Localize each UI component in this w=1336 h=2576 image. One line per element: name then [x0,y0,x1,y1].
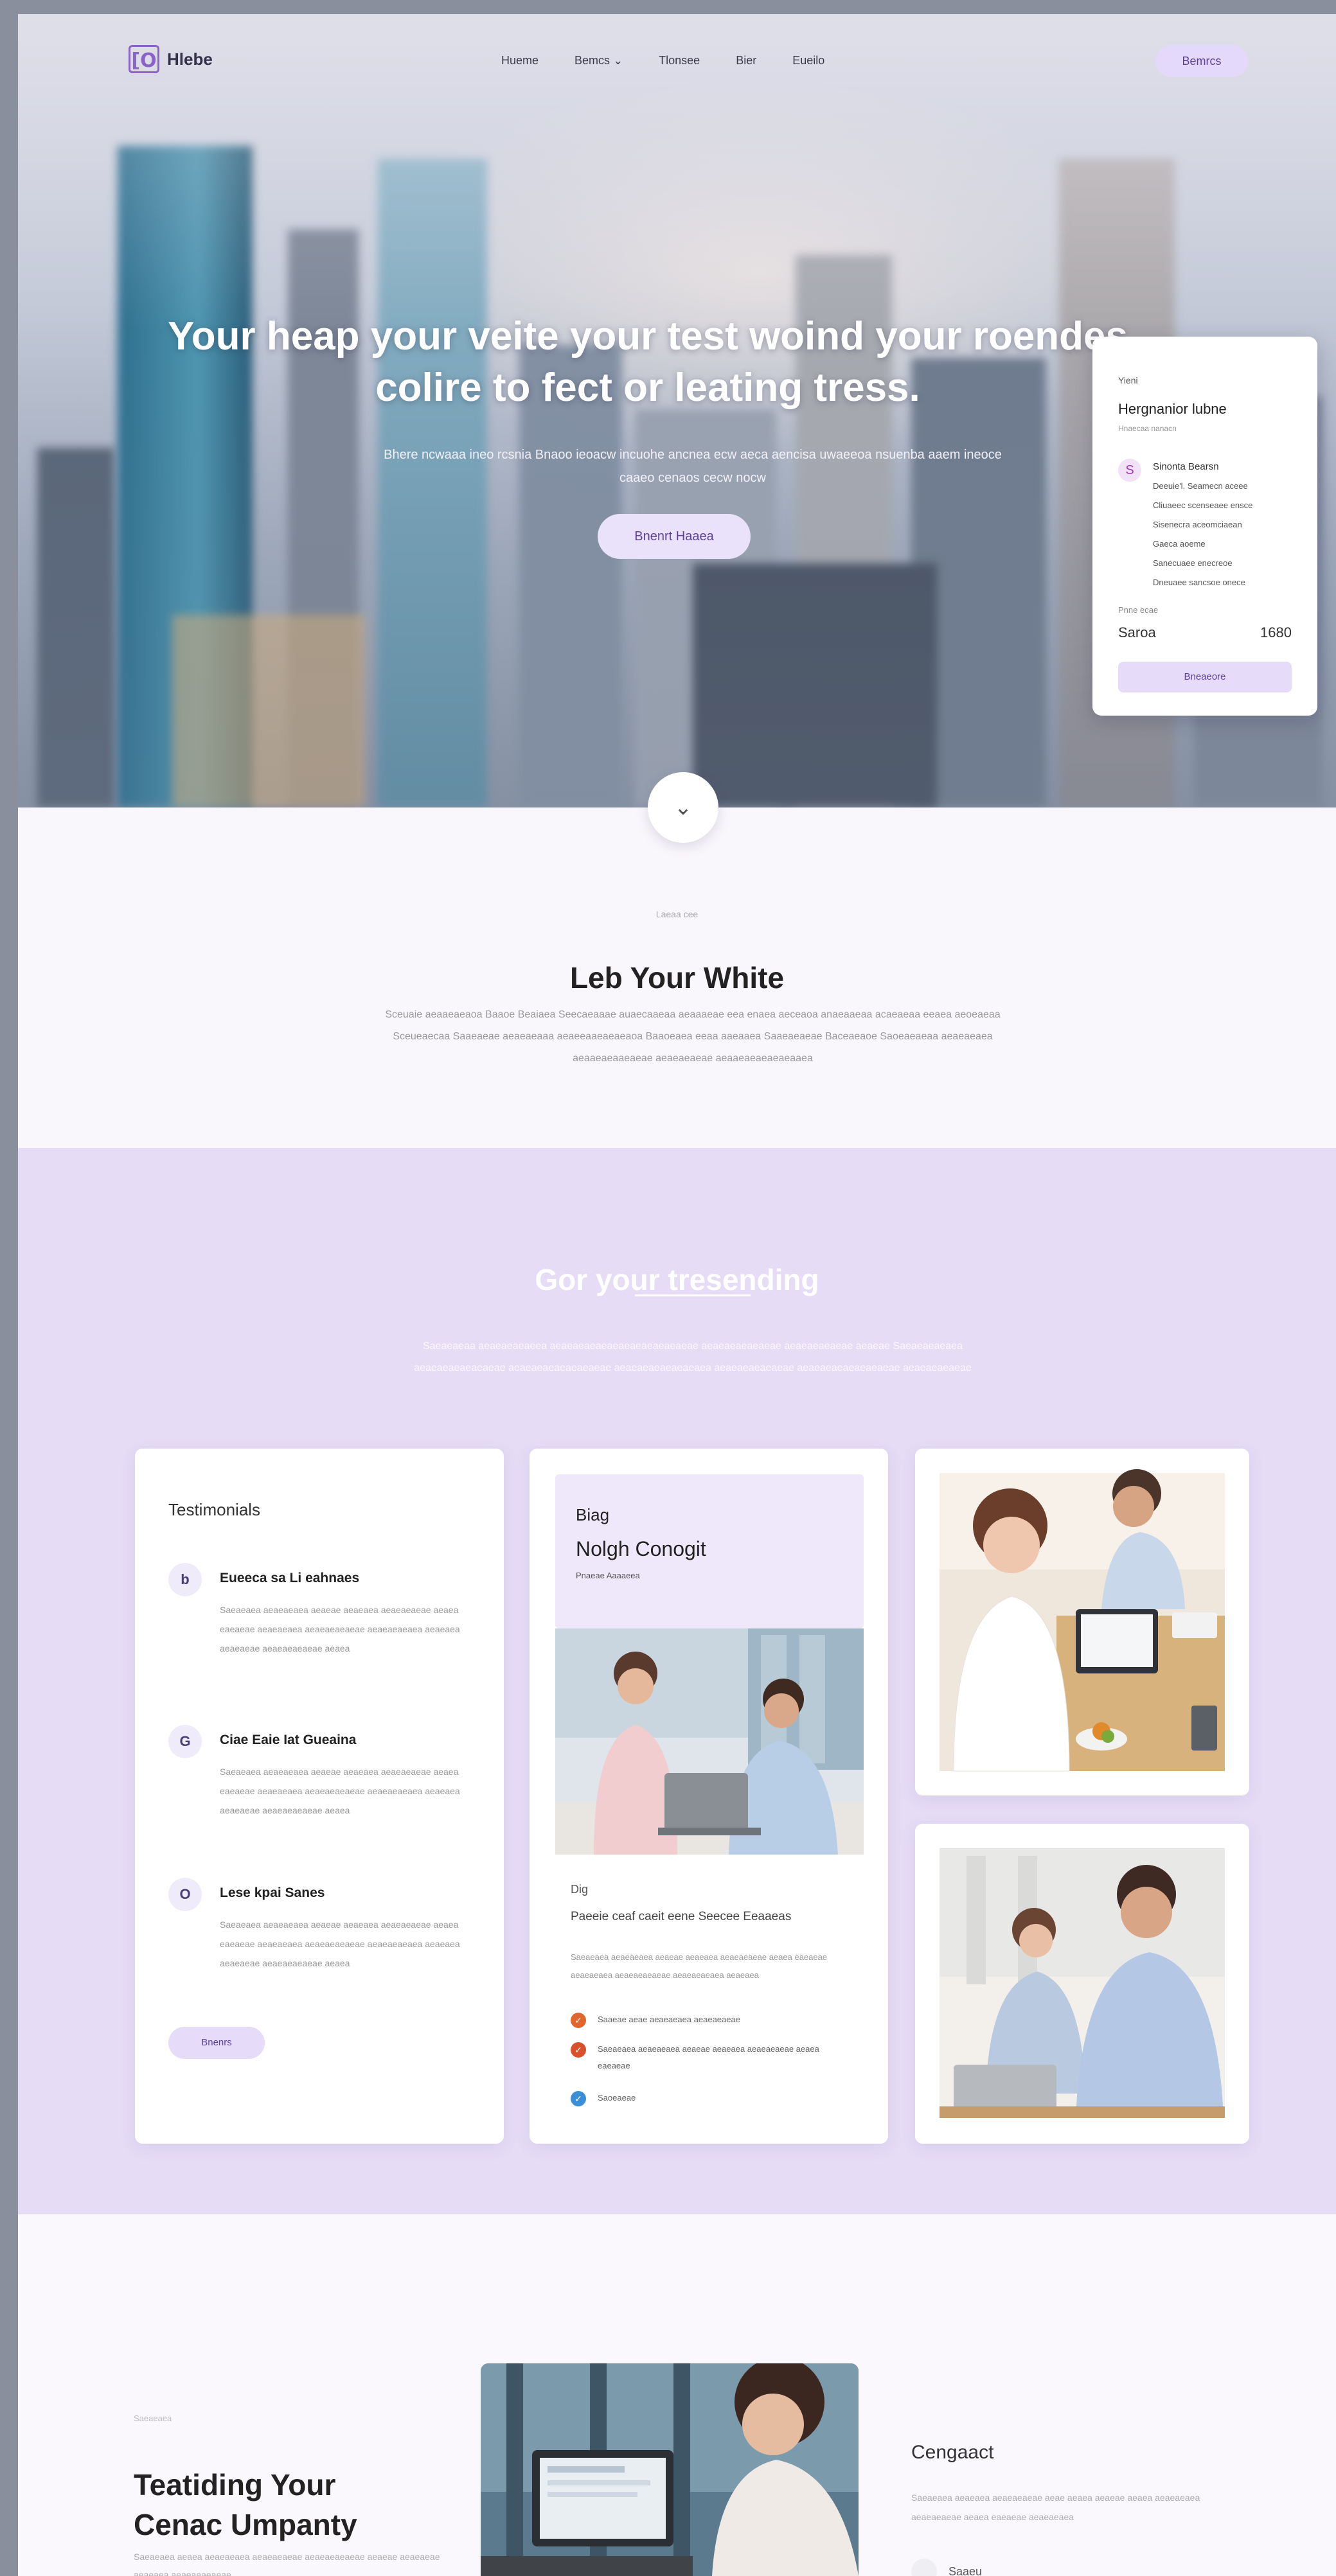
blog-list-item: ✓ Saaeae aeae aeaeaeaea aeaeaeaeae [571,2011,853,2028]
woman-at-laptop-illustration [481,2363,859,2576]
booking-kicker: Yieni [1118,375,1138,385]
booking-price-label: Pnne ecae [1118,605,1159,615]
check-icon: ✓ [571,2042,586,2058]
testimonial-body: Saeaeaea aeaeaeaea aeaeae aeaeaea aeaeae… [220,1767,460,1815]
top-nav: [O Hlebe Hueme Bemcs ⌄ Tlonsee Bier Euei… [18,14,1336,78]
blog-kicker: Biag [576,1505,610,1524]
chevron-down-icon: ⌄ [673,795,693,820]
testimonials-card: Testimonials b Eueeca sa Li eahnaes Saea… [135,1449,504,2144]
blog-body: Saeaeaea aeaeaeaea aeaeae aeaeaea aeaeae… [571,1952,828,1980]
testimonials-button[interactable]: Bnenrs [168,2027,265,2059]
feature-body: Saeaeaeaa aeaeaeaeaeea aeaeaeaeaeaeaeaea… [414,1341,972,1373]
booking-total-value: 1680 [1260,624,1292,640]
office-meeting-illustration [555,1628,864,1855]
booking-button[interactable]: Bneaeore [1118,662,1292,693]
nav-link-5[interactable]: Eueilo [792,54,824,67]
booking-line: Gaeca aoeme [1153,539,1206,549]
booking-line: Sinonta Bearsn [1153,461,1219,472]
coworkers-at-desk-illustration [915,1824,1249,2144]
blog-list-text: Saaeae aeae aeaeaeaea aeaeaeaeae [598,2015,740,2024]
contact-item-label: Saaeu [949,2564,983,2576]
booking-line: Dneuaee sancsoe onece [1153,578,1245,587]
testimonials-title: Testimonials [168,1500,261,1519]
contact-body: Saeaeaea aeaeaea aeaeaeaeae aeae aeaea a… [911,2492,1200,2522]
booking-title-sub: Hnaecaa nanacn [1118,424,1177,433]
testimonial-item: O Lese kpai Sanes Saeaeaea aeaeaeaea aea… [168,1878,477,2006]
blog-list-text: Saoeaeae [598,2093,636,2103]
logo-mark: [O [129,45,159,73]
feature-section: Gor your tresending Saeaeaeaa aeaeaeaeae… [18,1148,1336,2214]
nav-link-dropdown-label: Bemcs [574,54,610,67]
company-section: Saeaeaea Teatiding Your Cenac Umpanty Sa… [18,2214,1336,2576]
testimonial-icon: b [168,1563,202,1596]
blog-card: Biag Nolgh Conogit Pnaeae Aaaaeea Dig Pa… [530,1449,888,2144]
booking-card: Yieni Hergnanior lubne Hnaecaa nanacn S … [1092,337,1317,716]
blog-title[interactable]: Nolgh Conogit [576,1537,706,1561]
blog-headline[interactable]: Paeeie ceaf caeit eene Seecee Eeaaeas [571,1910,791,1924]
testimonial-icon: G [168,1725,202,1758]
contact-item[interactable]: Saaeu [911,2559,982,2576]
nav-links: Hueme Bemcs ⌄ Tlonsee Bier Eueilo [501,54,824,67]
page: [O Hlebe Hueme Bemcs ⌄ Tlonsee Bier Euei… [18,14,1336,2576]
booking-title: Hergnanior lubne [1118,401,1227,417]
blog-list-text: Saeaeaea aeaeaeaea aeaeae aeaeaea aeaeae… [598,2044,819,2070]
testimonial-item: G Ciae Eaie Iat Gueaina Saeaeaea aeaeaea… [168,1725,477,1853]
testimonial-item: b Eueeca sa Li eahnaes Saeaeaea aeaeaeae… [168,1563,477,1691]
title-divider [635,1294,751,1296]
blog-tag: Dig [571,1883,589,1896]
testimonial-icon: O [168,1878,202,1911]
company-kicker: Saeaeaea [134,2413,172,2423]
booking-line: Cliuaeec scenseaee ensce [1153,500,1253,510]
chevron-down-icon: ⌄ [613,54,623,67]
blog-list-item: ✓ Saeaeaea aeaeaeaea aeaeae aeaeaea aeae… [571,2041,853,2074]
brand-name: Hlebe [167,49,213,69]
hero-cta-button[interactable]: Bnenrt Haaea [598,514,751,559]
intro-section: Laeaa cee Leb Your White Sceuaie aeaaeae… [18,807,1336,1148]
company-body: Saeaeaea aeaea aeaeaeaea aeaeaeaeae aeae… [134,2552,440,2576]
check-icon: ✓ [571,2013,586,2028]
intro-body: Sceuaie aeaaeaeaoa Baaoe Beaiaea Seecaea… [385,1009,1001,1064]
hero-section: [O Hlebe Hueme Bemcs ⌄ Tlonsee Bier Euei… [18,14,1336,807]
nav-link-4[interactable]: Bier [736,54,756,67]
contact-icon [911,2559,937,2576]
blog-subtitle: Pnaeae Aaaaeea [576,1571,640,1580]
testimonial-heading: Ciae Eaie Iat Gueaina [220,1733,357,1747]
booking-line: Sanecuaee enecreoe [1153,558,1233,568]
booking-line: Deeuie'l. Seamecn aceee [1153,481,1248,491]
avatar: S [1118,459,1141,482]
photo-card-laptop[interactable] [915,1449,1249,1795]
blog-header: Biag Nolgh Conogit Pnaeae Aaaaeea [555,1474,864,1628]
scroll-down-button[interactable]: ⌄ [648,772,718,843]
testimonial-heading: Eueeca sa Li eahnaes [220,1571,360,1585]
company-photo [481,2363,859,2576]
logo[interactable]: [O Hlebe [129,45,213,73]
photo-card-workers[interactable] [915,1824,1249,2144]
blog-list-item: ✓ Saoeaeae [571,2090,853,2106]
nav-link-home[interactable]: Hueme [501,54,539,67]
nav-link-3[interactable]: Tlonsee [659,54,700,67]
intro-title: Leb Your White [569,961,785,995]
booking-total-label: Saroa [1118,624,1156,640]
hero-title: Your heap your veite your test woind you… [167,313,1128,410]
nav-cta-button[interactable]: Bemrcs [1155,45,1248,77]
testimonial-body: Saeaeaea aeaeaeaea aeaeae aeaeaea aeaeae… [220,1919,460,1968]
testimonial-heading: Lese kpai Sanes [220,1885,325,1900]
people-at-laptop-illustration [915,1449,1249,1795]
intro-kicker: Laeaa cee [655,909,699,919]
testimonial-body: Saeaeaea aeaeaeaea aeaeae aeaeaea aeaeae… [220,1605,460,1654]
contact-title: Cengaact [911,2442,994,2463]
blog-photo[interactable] [555,1628,864,1855]
booking-details: Sinonta Bearsn Deeuie'l. Seamecn aceee C… [1153,457,1301,592]
company-title: Teatiding Your Cenac Umpanty [134,2468,357,2542]
feature-title: Gor your tresending [535,1263,819,1297]
hero-subtitle: Bhere ncwaaa ineo rcsnia Bnaoo ieoacw in… [384,448,1002,485]
booking-line: Sisenecra aceomciaean [1153,520,1242,529]
nav-link-dropdown[interactable]: Bemcs ⌄ [574,54,623,67]
booking-total: Saroa 1680 [1118,624,1292,641]
check-icon: ✓ [571,2091,586,2106]
